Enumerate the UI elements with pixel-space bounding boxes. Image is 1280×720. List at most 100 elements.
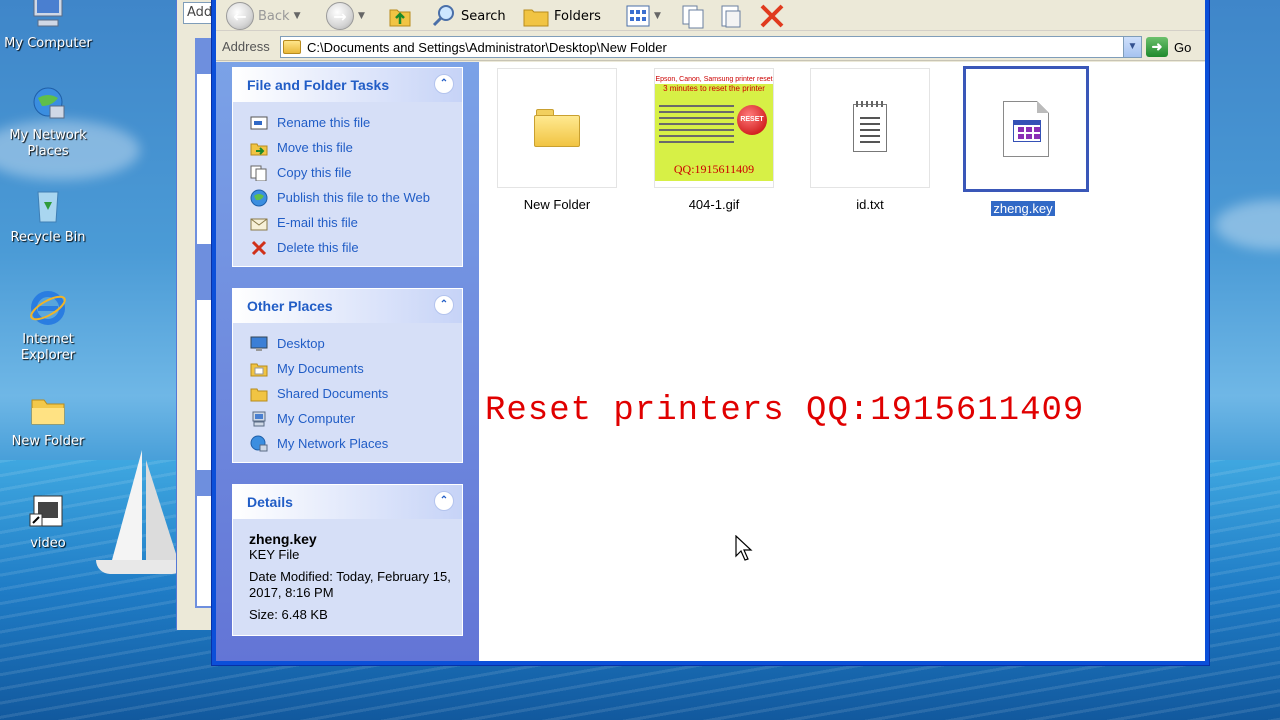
task-label: Publish this file to the Web — [277, 190, 430, 205]
task-email-file[interactable]: E-mail this file — [249, 210, 462, 235]
details-file-size: Size: 6.48 KB — [249, 607, 328, 622]
back-dropdown-icon[interactable]: ▼ — [294, 11, 301, 21]
desktop-icon-video[interactable]: video — [0, 492, 96, 552]
email-icon — [249, 214, 269, 232]
collapse-chevron-icon[interactable]: ⌃ — [434, 491, 454, 511]
delete-x-icon — [760, 4, 784, 28]
place-label: Shared Documents — [277, 386, 389, 401]
folders-button[interactable]: Folders — [522, 3, 601, 29]
views-dropdown-icon[interactable]: ▼ — [654, 11, 661, 21]
desktop-icon-internet-explorer[interactable]: Internet Explorer — [0, 288, 96, 364]
folders-icon — [523, 9, 549, 27]
file-folder-tasks-header[interactable]: File and Folder Tasks ⌃ — [233, 68, 462, 102]
search-label: Search — [461, 8, 506, 24]
desktop-icon-label: My Network Places — [9, 128, 87, 159]
gif-preview-image: Epson, Canon, Samsung printer reset 3 mi… — [655, 75, 773, 181]
task-rename-file[interactable]: Rename this file — [249, 110, 462, 135]
panel-title: Other Places — [247, 298, 333, 314]
copy-to-button[interactable] — [680, 3, 706, 29]
place-shared-documents[interactable]: Shared Documents — [249, 381, 462, 406]
file-thumbnail — [497, 68, 617, 188]
back-button[interactable]: ← Back ▼ — [226, 2, 301, 30]
sailboat-sail — [112, 450, 178, 560]
file-item-new-folder[interactable]: New Folder — [497, 68, 617, 212]
copy-to-icon — [682, 5, 704, 29]
up-folder-button[interactable] — [388, 3, 412, 29]
move-to-button[interactable] — [718, 3, 744, 29]
file-list-area[interactable]: New Folder Epson, Canon, Samsung printer… — [479, 62, 1205, 661]
desktop-icon-my-computer[interactable]: My Computer — [0, 0, 96, 52]
file-tasks-list: Rename this file Move this file Copy thi… — [233, 102, 462, 266]
copy-icon — [249, 164, 269, 182]
place-label: My Network Places — [277, 436, 389, 451]
task-move-file[interactable]: Move this file — [249, 135, 462, 160]
explorer-window: ← Back ▼ → ▼ Search Folders ▼ Address C:… — [211, 0, 1210, 666]
desktop-icon-recycle-bin[interactable]: Recycle Bin — [0, 186, 96, 246]
desktop-icon-my-network-places[interactable]: My Network Places — [0, 84, 96, 160]
place-desktop[interactable]: Desktop — [249, 331, 462, 356]
file-item-id-txt[interactable]: id.txt — [810, 68, 930, 212]
details-date-modified: Date Modified: Today, February 15, 2017,… — [249, 569, 451, 600]
notepad-icon — [853, 101, 887, 152]
desktop-icon — [249, 335, 269, 353]
other-places-header[interactable]: Other Places ⌃ — [233, 289, 462, 323]
task-label: Copy this file — [277, 165, 352, 180]
task-publish-web[interactable]: Publish this file to the Web — [249, 185, 462, 210]
desktop-icon-label: Internet Explorer — [20, 332, 76, 363]
gif-qq-text: QQ:1915611409 — [673, 162, 755, 176]
file-item-zheng-key[interactable]: zheng.key — [963, 66, 1089, 217]
go-label: Go — [1174, 39, 1192, 55]
task-label: Move this file — [277, 140, 353, 155]
file-name: 404-1.gif — [688, 197, 740, 212]
place-label: My Computer — [277, 411, 356, 426]
delete-toolbar-button[interactable] — [758, 3, 786, 29]
move-to-icon — [721, 5, 741, 28]
place-label: My Documents — [277, 361, 364, 376]
computer-icon — [28, 0, 68, 32]
task-copy-file[interactable]: Copy this file — [249, 160, 462, 185]
forward-button[interactable]: → ▼ — [326, 2, 365, 30]
details-header[interactable]: Details ⌃ — [233, 485, 462, 519]
address-field[interactable]: C:\Documents and Settings\Administrator\… — [280, 36, 1142, 58]
move-icon — [249, 139, 269, 157]
place-my-network-places[interactable]: My Network Places — [249, 431, 462, 456]
place-my-documents[interactable]: My Documents — [249, 356, 462, 381]
task-delete-file[interactable]: Delete this file — [249, 235, 462, 260]
background-window[interactable]: Add — [176, 0, 223, 630]
desktop-icon-label: New Folder — [11, 434, 85, 449]
delete-icon — [249, 239, 269, 257]
details-panel: Details ⌃ zheng.key KEY File Date Modifi… — [232, 484, 463, 636]
task-pane: File and Folder Tasks ⌃ Rename this file… — [216, 62, 479, 661]
go-button[interactable]: ➜ Go — [1146, 37, 1191, 57]
desktop-icon-new-folder[interactable]: New Folder — [0, 390, 96, 450]
collapse-chevron-icon[interactable]: ⌃ — [434, 295, 454, 315]
collapse-chevron-icon[interactable]: ⌃ — [434, 74, 454, 94]
forward-dropdown-icon[interactable]: ▼ — [358, 11, 365, 21]
back-arrow-icon: ← — [226, 2, 254, 30]
views-icon — [626, 5, 650, 27]
address-dropdown-icon[interactable]: ▼ — [1123, 37, 1141, 57]
other-places-list: Desktop My Documents Shared Documents My… — [233, 323, 462, 462]
file-thumbnail: Epson, Canon, Samsung printer reset 3 mi… — [654, 68, 774, 188]
views-button[interactable]: ▼ — [626, 3, 661, 29]
folder-icon — [28, 390, 68, 430]
details-file-name: zheng.key — [249, 531, 317, 547]
back-label: Back — [258, 8, 290, 24]
network-icon — [249, 435, 269, 453]
details-body: zheng.key KEY File Date Modified: Today,… — [233, 519, 462, 633]
search-icon — [432, 5, 454, 27]
panel-title: File and Folder Tasks — [247, 77, 390, 93]
search-button[interactable]: Search — [431, 3, 506, 29]
task-label: E-mail this file — [277, 215, 358, 230]
details-file-type: KEY File — [249, 547, 300, 562]
cloud — [1215, 200, 1280, 250]
file-name: New Folder — [523, 197, 591, 212]
video-file-icon — [28, 492, 68, 532]
my-documents-icon — [249, 360, 269, 378]
place-label: Desktop — [277, 336, 325, 351]
gif-reset-button-image: RESET — [737, 105, 767, 135]
place-my-computer[interactable]: My Computer — [249, 406, 462, 431]
address-label: Address — [222, 39, 270, 54]
file-item-404-1-gif[interactable]: Epson, Canon, Samsung printer reset 3 mi… — [654, 68, 774, 212]
other-places-panel: Other Places ⌃ Desktop My Documents Shar… — [232, 288, 463, 463]
